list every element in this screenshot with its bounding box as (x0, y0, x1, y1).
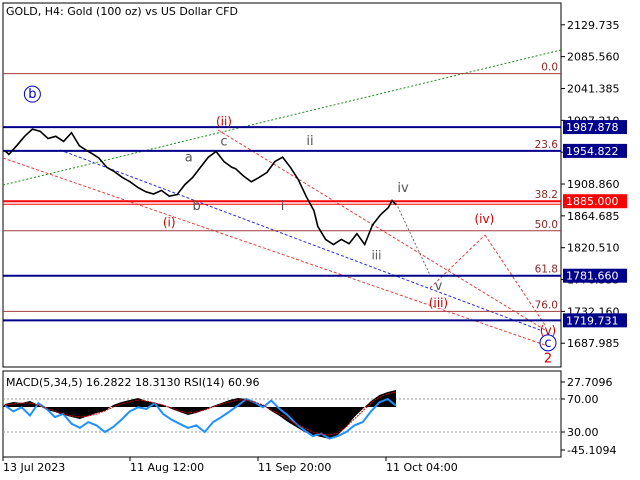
wave-label: ii (306, 134, 313, 149)
fib-label: 50.0 (535, 219, 558, 231)
indicator-tick-label: 27.7096 (567, 376, 613, 389)
level-tag-label: 1885.000 (566, 195, 619, 208)
price-tick-label: 1687.985 (567, 337, 620, 350)
fib-label: 23.6 (535, 139, 559, 151)
time-tick-label: 11 Oct 04:00 (386, 461, 458, 474)
wave-label: iii (371, 249, 381, 263)
price-axis: 2129.7352085.5602041.3851997.2101953.035… (561, 19, 620, 350)
wave-label: v (435, 279, 443, 294)
indicator-tick-label: -45.1094 (567, 444, 616, 457)
fib-label: 76.0 (535, 299, 558, 311)
wave-label: c (544, 336, 551, 351)
indicator-title: MACD(5,34,5) 16.2822 18.3130 RSI(14) 60.… (6, 376, 259, 389)
wave-label: iv (397, 181, 409, 196)
level-tag-label: 1781.660 (566, 270, 619, 283)
chart-title: GOLD, H4: Gold (100 oz) vs US Dollar CFD (6, 5, 238, 18)
price-tick-label: 2085.560 (567, 51, 620, 64)
time-tick-label: 11 Aug 12:00 (130, 461, 204, 474)
indicator-axis: 27.7096 70.00 30.00 -45.1094 (561, 376, 616, 457)
wave-label: b (28, 87, 36, 102)
gold-h4-chart: 2129.7352085.5602041.3851997.2101953.035… (2, 2, 627, 474)
fib-label: 38.2 (535, 189, 558, 201)
time-tick-label: 13 Jul 2023 (3, 461, 65, 474)
price-tick-label: 1908.860 (567, 178, 620, 191)
wave-label: (iv) (474, 212, 494, 226)
indicator-tick-label: 70.00 (567, 393, 599, 406)
level-tag-label: 1954.822 (566, 145, 619, 158)
price-tick-label: 1864.685 (567, 210, 620, 223)
wave-label: i (281, 199, 285, 214)
indicator-tick-label: 30.00 (567, 426, 599, 439)
wave-label: (ii) (216, 115, 232, 129)
wave-label: b (192, 199, 200, 214)
time-tick-label: 11 Sep 20:00 (258, 461, 331, 474)
price-plot-frame (2, 2, 562, 368)
price-tick-label: 1820.510 (567, 242, 620, 255)
wave-label: a (185, 151, 193, 166)
time-axis: 13 Jul 2023 11 Aug 12:00 11 Sep 20:00 11 Oc… (2, 457, 458, 474)
level-tag-label: 1987.878 (566, 121, 619, 134)
price-tick-label: 2129.735 (567, 19, 620, 32)
fib-label: 61.8 (535, 264, 558, 276)
wave-label: c (220, 135, 227, 150)
fib-label: 0.0 (541, 62, 558, 74)
wave-label: 2 (544, 352, 552, 367)
wave-label: (i) (163, 215, 176, 229)
level-tag-label: 1719.731 (566, 314, 619, 327)
wave-label: (iii) (429, 296, 448, 310)
price-tick-label: 2041.385 (567, 82, 620, 95)
